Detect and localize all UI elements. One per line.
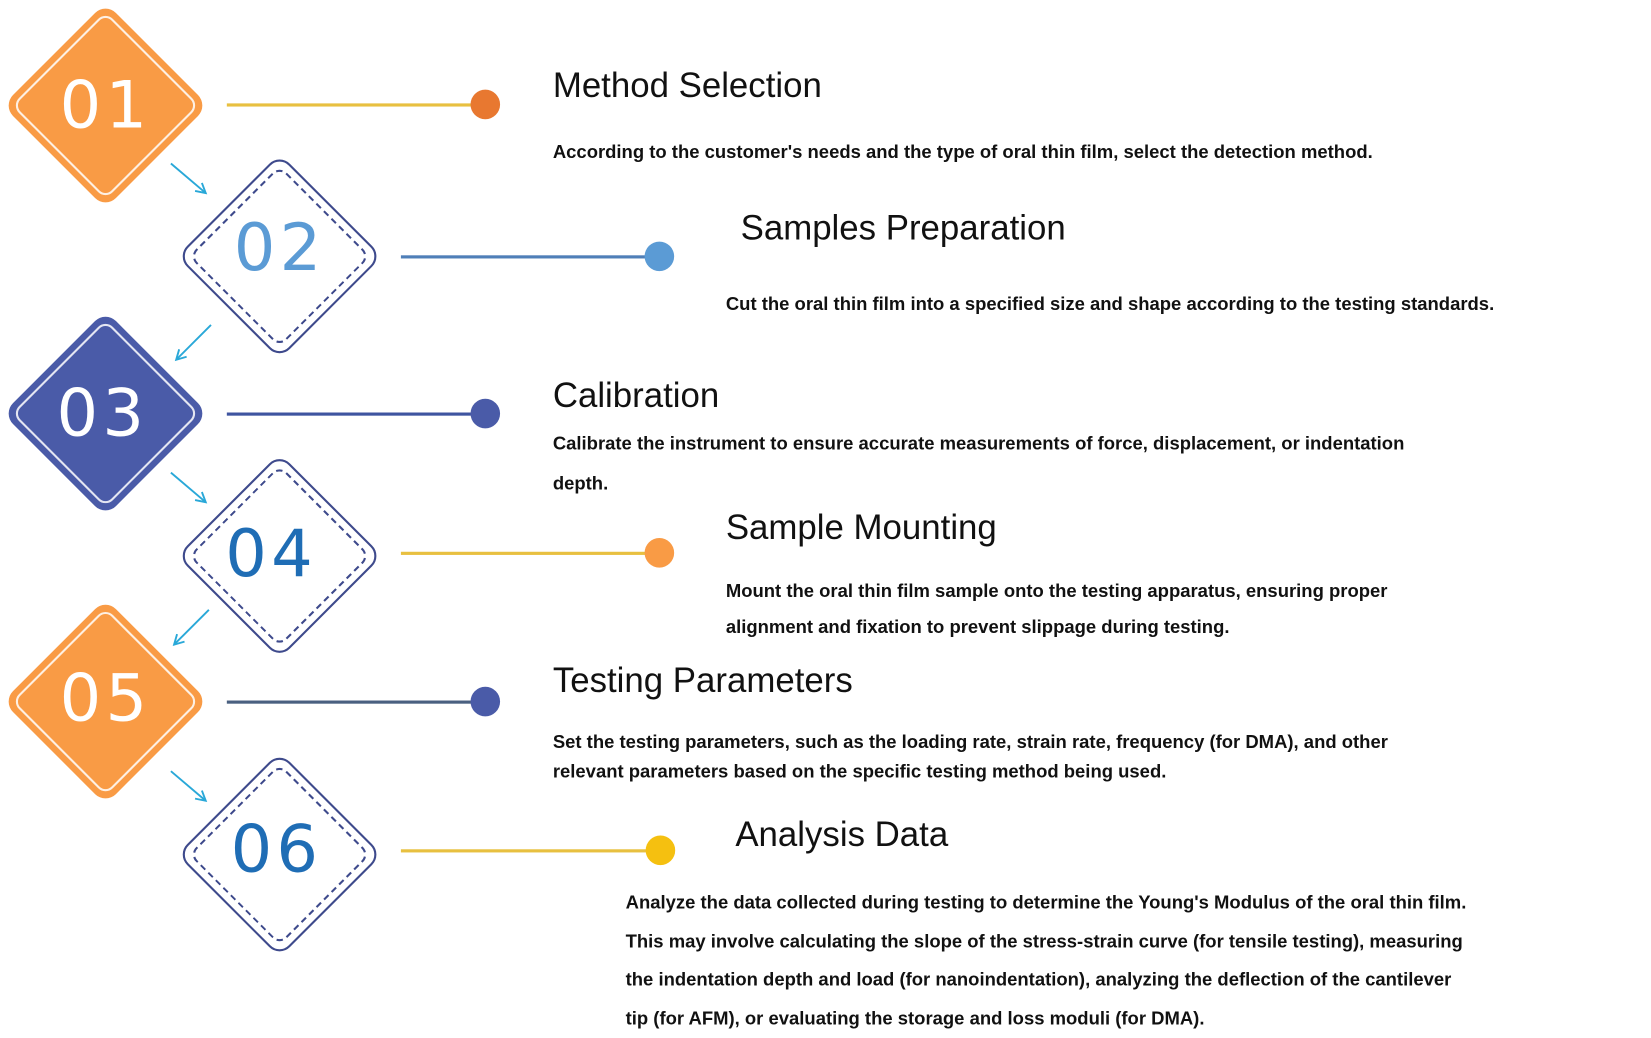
desc-line: Cut the oral thin film into a specified … bbox=[725, 293, 1495, 315]
step-01-number: 01 bbox=[59, 66, 152, 144]
arrow-icon bbox=[170, 162, 208, 195]
step-01-dot bbox=[470, 89, 501, 120]
step-06-description: Analyze the data collected during testin… bbox=[626, 883, 1467, 1038]
step-06-dot bbox=[645, 835, 676, 866]
arrow-icon bbox=[174, 324, 212, 362]
step-06-connector bbox=[400, 849, 660, 853]
step-03-number: 03 bbox=[56, 374, 149, 452]
arrow-icon bbox=[172, 609, 210, 646]
step-02-connector bbox=[400, 255, 660, 259]
desc-line: Calibrate the instrument to ensure accur… bbox=[552, 432, 1405, 454]
step-01-connector bbox=[226, 103, 486, 107]
step-02-description: Cut the oral thin film into a specified … bbox=[726, 290, 1494, 317]
step-05-title: Testing Parameters bbox=[552, 660, 853, 700]
desc-line: This may involve calculating the slope o… bbox=[625, 930, 1463, 952]
desc-line: depth. bbox=[552, 472, 609, 494]
step-04-dot bbox=[644, 538, 675, 568]
step-03-title: Calibration bbox=[552, 375, 720, 415]
step-02-title: Samples Preparation bbox=[740, 207, 1066, 247]
step-05-dot bbox=[470, 686, 501, 717]
desc-line: According to the customer's needs and th… bbox=[552, 141, 1373, 163]
step-05-number: 05 bbox=[59, 659, 152, 737]
step-04-number: 04 bbox=[225, 514, 317, 592]
desc-line: relevant parameters based on the specifi… bbox=[552, 760, 1167, 782]
step-03-description: Calibrate the instrument to ensure accur… bbox=[553, 423, 1405, 503]
step-01-title: Method Selection bbox=[552, 65, 822, 105]
step-05-description: Set the testing parameters, such as the … bbox=[553, 727, 1388, 786]
desc-line: tip (for AFM), or evaluating the storage… bbox=[625, 1007, 1205, 1029]
process-diagram: 01 Method Selection According to the cus… bbox=[0, 0, 1651, 1029]
step-06-title: Analysis Data bbox=[735, 814, 949, 854]
step-03-connector bbox=[226, 412, 486, 416]
step-06-number: 06 bbox=[230, 810, 323, 888]
step-02-number: 02 bbox=[233, 208, 326, 286]
step-04-connector bbox=[400, 551, 660, 555]
step-02-dot bbox=[644, 241, 675, 272]
step-04-description: Mount the oral thin film sample onto the… bbox=[726, 573, 1388, 645]
step-04-title: Sample Mounting bbox=[725, 507, 997, 547]
arrow-icon bbox=[170, 471, 208, 504]
arrow-icon bbox=[170, 770, 208, 803]
step-03-dot bbox=[470, 398, 501, 429]
desc-line: alignment and fixation to prevent slippa… bbox=[725, 616, 1230, 638]
desc-line: Mount the oral thin film sample onto the… bbox=[725, 580, 1388, 602]
desc-line: the indentation depth and load (for nano… bbox=[625, 968, 1452, 991]
desc-line: Set the testing parameters, such as the … bbox=[552, 731, 1388, 753]
step-01-description: According to the customer's needs and th… bbox=[553, 138, 1373, 165]
desc-line: Analyze the data collected during testin… bbox=[625, 891, 1467, 913]
step-05-connector bbox=[226, 700, 486, 704]
